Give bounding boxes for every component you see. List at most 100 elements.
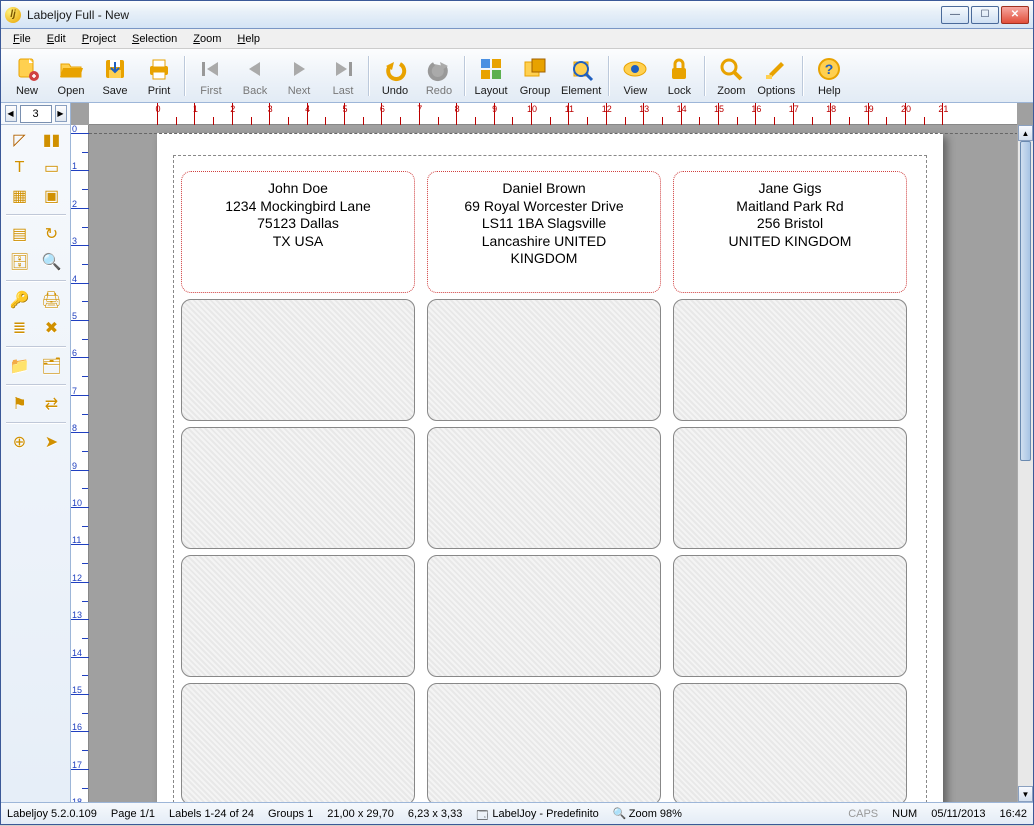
barcode-tool[interactable]: ▮▮ <box>38 128 66 152</box>
page-prev-button[interactable]: ◀ <box>5 105 17 122</box>
label-page: John Doe1234 Mockingbird Lane75123 Dalla… <box>157 133 943 802</box>
new-button[interactable]: New <box>5 52 49 100</box>
delete-tool[interactable]: ✖ <box>38 316 66 340</box>
label-cell[interactable] <box>673 299 907 421</box>
label-cell[interactable]: Daniel Brown69 Royal Worcester DriveLS11… <box>427 171 661 293</box>
label-cell[interactable] <box>427 683 661 802</box>
scroll-thumb[interactable] <box>1020 141 1031 461</box>
open-icon <box>57 55 85 83</box>
pointer-tool[interactable]: ◸ <box>6 128 34 152</box>
next-label: Next <box>288 85 311 97</box>
align-tool[interactable]: ▤ <box>6 222 34 246</box>
menu-zoom[interactable]: Zoom <box>185 31 229 47</box>
label-text: John Doe1234 Mockingbird Lane75123 Dalla… <box>190 180 406 284</box>
status-pagesize: 21,00 x 29,70 <box>327 808 394 820</box>
save-label: Save <box>102 85 127 97</box>
label-cell[interactable] <box>427 555 661 677</box>
send-tool[interactable]: ➤ <box>38 430 66 454</box>
label-text: Daniel Brown69 Royal Worcester DriveLS11… <box>436 180 652 284</box>
undo-button[interactable]: Undo <box>373 52 417 100</box>
zoom-icon <box>717 55 745 83</box>
key-tool[interactable]: 🔑 <box>6 288 34 312</box>
view-button[interactable]: View <box>613 52 657 100</box>
group-icon <box>521 55 549 83</box>
scroll-up-button[interactable]: ▲ <box>1018 125 1033 141</box>
menu-project[interactable]: Project <box>74 31 124 47</box>
svg-text:?: ? <box>825 61 834 77</box>
status-zoom[interactable]: 🔍Zoom 98% <box>613 807 682 821</box>
menu-help[interactable]: Help <box>229 31 268 47</box>
guide-line <box>89 133 1017 134</box>
label-tool[interactable]: ▦ <box>6 184 34 208</box>
label-text: Jane GigsMaitland Park Rd256 BristolUNIT… <box>682 180 898 284</box>
new-icon <box>13 55 41 83</box>
horizontal-ruler[interactable]: 0123456789101112131415161718192021 <box>89 103 1017 125</box>
label-cell[interactable] <box>427 299 661 421</box>
folder-tool[interactable]: 📁 <box>6 354 34 378</box>
label-cell[interactable] <box>427 427 661 549</box>
delete-tool-icon: ✖ <box>45 318 58 338</box>
label-cell[interactable] <box>673 683 907 802</box>
open-button[interactable]: Open <box>49 52 93 100</box>
menu-edit[interactable]: Edit <box>39 31 74 47</box>
label-cell[interactable] <box>181 427 415 549</box>
status-labels: Labels 1-24 of 24 <box>169 808 254 820</box>
page-selector: ◀ 3 ▶ <box>1 103 70 125</box>
options-label: Options <box>757 85 795 97</box>
label-cell[interactable]: Jane GigsMaitland Park Rd256 BristolUNIT… <box>673 171 907 293</box>
undo-icon <box>381 55 409 83</box>
zoom-button[interactable]: Zoom <box>709 52 753 100</box>
folders-tool[interactable]: 🗂 <box>38 354 66 378</box>
save-button[interactable]: Save <box>93 52 137 100</box>
close-button[interactable]: ✕ <box>1001 6 1029 24</box>
shape-tool-icon: ▭ <box>44 158 59 178</box>
target-tool[interactable]: ⊕ <box>6 430 34 454</box>
rotate-tool[interactable]: ↻ <box>38 222 66 246</box>
status-date: 05/11/2013 <box>931 808 985 820</box>
label-cell[interactable] <box>181 683 415 802</box>
menu-selection[interactable]: Selection <box>124 31 185 47</box>
layer-tool[interactable]: ≣ <box>6 316 34 340</box>
options-button[interactable]: Options <box>753 52 799 100</box>
minimize-button[interactable]: — <box>941 6 969 24</box>
maximize-button[interactable]: ☐ <box>971 6 999 24</box>
help-button[interactable]: ?Help <box>807 52 851 100</box>
text-tool[interactable]: T <box>6 156 34 180</box>
layout-button[interactable]: Layout <box>469 52 513 100</box>
status-groups: Groups 1 <box>268 808 313 820</box>
element-button[interactable]: Element <box>557 52 605 100</box>
label-cell[interactable] <box>673 427 907 549</box>
page-number-input[interactable]: 3 <box>20 105 52 123</box>
scroll-down-button[interactable]: ▼ <box>1018 786 1033 802</box>
label-cell[interactable]: John Doe1234 Mockingbird Lane75123 Dalla… <box>181 171 415 293</box>
key-tool-icon: 🔑 <box>10 290 30 310</box>
image-tool[interactable]: ▣ <box>38 184 66 208</box>
label-cell[interactable] <box>181 555 415 677</box>
toolbar-separator <box>608 56 610 96</box>
shape-tool[interactable]: ▭ <box>38 156 66 180</box>
next-icon <box>285 55 313 83</box>
page-next-button[interactable]: ▶ <box>55 105 67 122</box>
vertical-scrollbar[interactable]: ▲ ▼ <box>1017 125 1033 802</box>
db-tool[interactable]: 🗄 <box>6 250 34 274</box>
view-icon <box>621 55 649 83</box>
print-button[interactable]: Print <box>137 52 181 100</box>
find-tool[interactable]: 🔍 <box>38 250 66 274</box>
flag-tool[interactable]: ⚑ <box>6 392 34 416</box>
swap-tool[interactable]: ⇄ <box>38 392 66 416</box>
window-title: Labeljoy Full - New <box>27 8 941 22</box>
open-label: Open <box>58 85 85 97</box>
label-cell[interactable] <box>181 299 415 421</box>
menu-file[interactable]: File <box>5 31 39 47</box>
status-cellsize: 6,23 x 3,33 <box>408 808 462 820</box>
canvas[interactable]: John Doe1234 Mockingbird Lane75123 Dalla… <box>89 125 1017 802</box>
vertical-ruler[interactable]: 0123456789101112131415161718 <box>71 125 89 802</box>
titlebar: lj Labeljoy Full - New — ☐ ✕ <box>1 1 1033 29</box>
group-button[interactable]: Group <box>513 52 557 100</box>
menubar: FileEditProjectSelectionZoomHelp <box>1 29 1033 49</box>
printer-tool[interactable]: 🖨 <box>38 288 66 312</box>
group-label: Group <box>520 85 551 97</box>
lock-button[interactable]: Lock <box>657 52 701 100</box>
help-icon: ? <box>815 55 843 83</box>
label-cell[interactable] <box>673 555 907 677</box>
